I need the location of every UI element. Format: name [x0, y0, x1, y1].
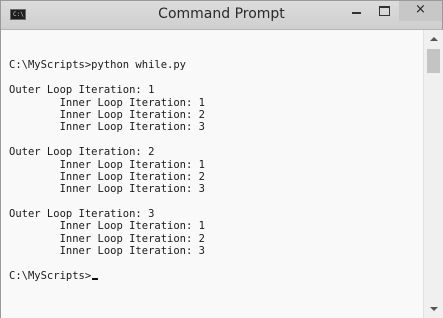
console-line: Inner Loop Iteration: 1	[9, 220, 205, 233]
console-line: C:\MyScripts>python while.py	[9, 59, 187, 72]
console-line: C:\MyScripts>	[9, 270, 419, 282]
console-line: Outer Loop Iteration: 1	[9, 84, 155, 97]
vertical-scrollbar[interactable]	[423, 30, 443, 318]
text-cursor	[92, 278, 99, 281]
console-line: Inner Loop Iteration: 3	[9, 183, 205, 196]
console-line: Inner Loop Iteration: 1	[9, 158, 205, 171]
scroll-up-arrow-icon[interactable]	[424, 31, 443, 47]
maximize-button[interactable]	[371, 1, 398, 21]
console-line: Inner Loop Iteration: 3	[9, 121, 205, 134]
title-bar[interactable]: C:\ Command Prompt ×	[1, 1, 442, 29]
scrollbar-thumb[interactable]	[427, 49, 440, 73]
minimize-button[interactable]	[343, 1, 370, 21]
console-line: Inner Loop Iteration: 2	[9, 170, 205, 183]
console-line: Inner Loop Iteration: 1	[9, 96, 205, 109]
console-output[interactable]: C:\MyScripts>python while.py Outer Loop I…	[9, 47, 419, 312]
console-line: Inner Loop Iteration: 3	[9, 245, 205, 258]
console-line: Outer Loop Iteration: 3	[9, 208, 155, 221]
close-icon: ×	[415, 2, 426, 17]
console-line: Inner Loop Iteration: 2	[9, 232, 205, 245]
scroll-down-arrow-icon[interactable]	[424, 301, 443, 317]
close-button[interactable]: ×	[399, 1, 442, 21]
console-line: Outer Loop Iteration: 2	[9, 146, 155, 159]
command-prompt-window: C:\ Command Prompt × C:\MyScripts>python…	[0, 0, 443, 318]
console-area[interactable]: C:\MyScripts>python while.py Outer Loop I…	[1, 29, 443, 318]
console-line: Inner Loop Iteration: 2	[9, 108, 205, 121]
